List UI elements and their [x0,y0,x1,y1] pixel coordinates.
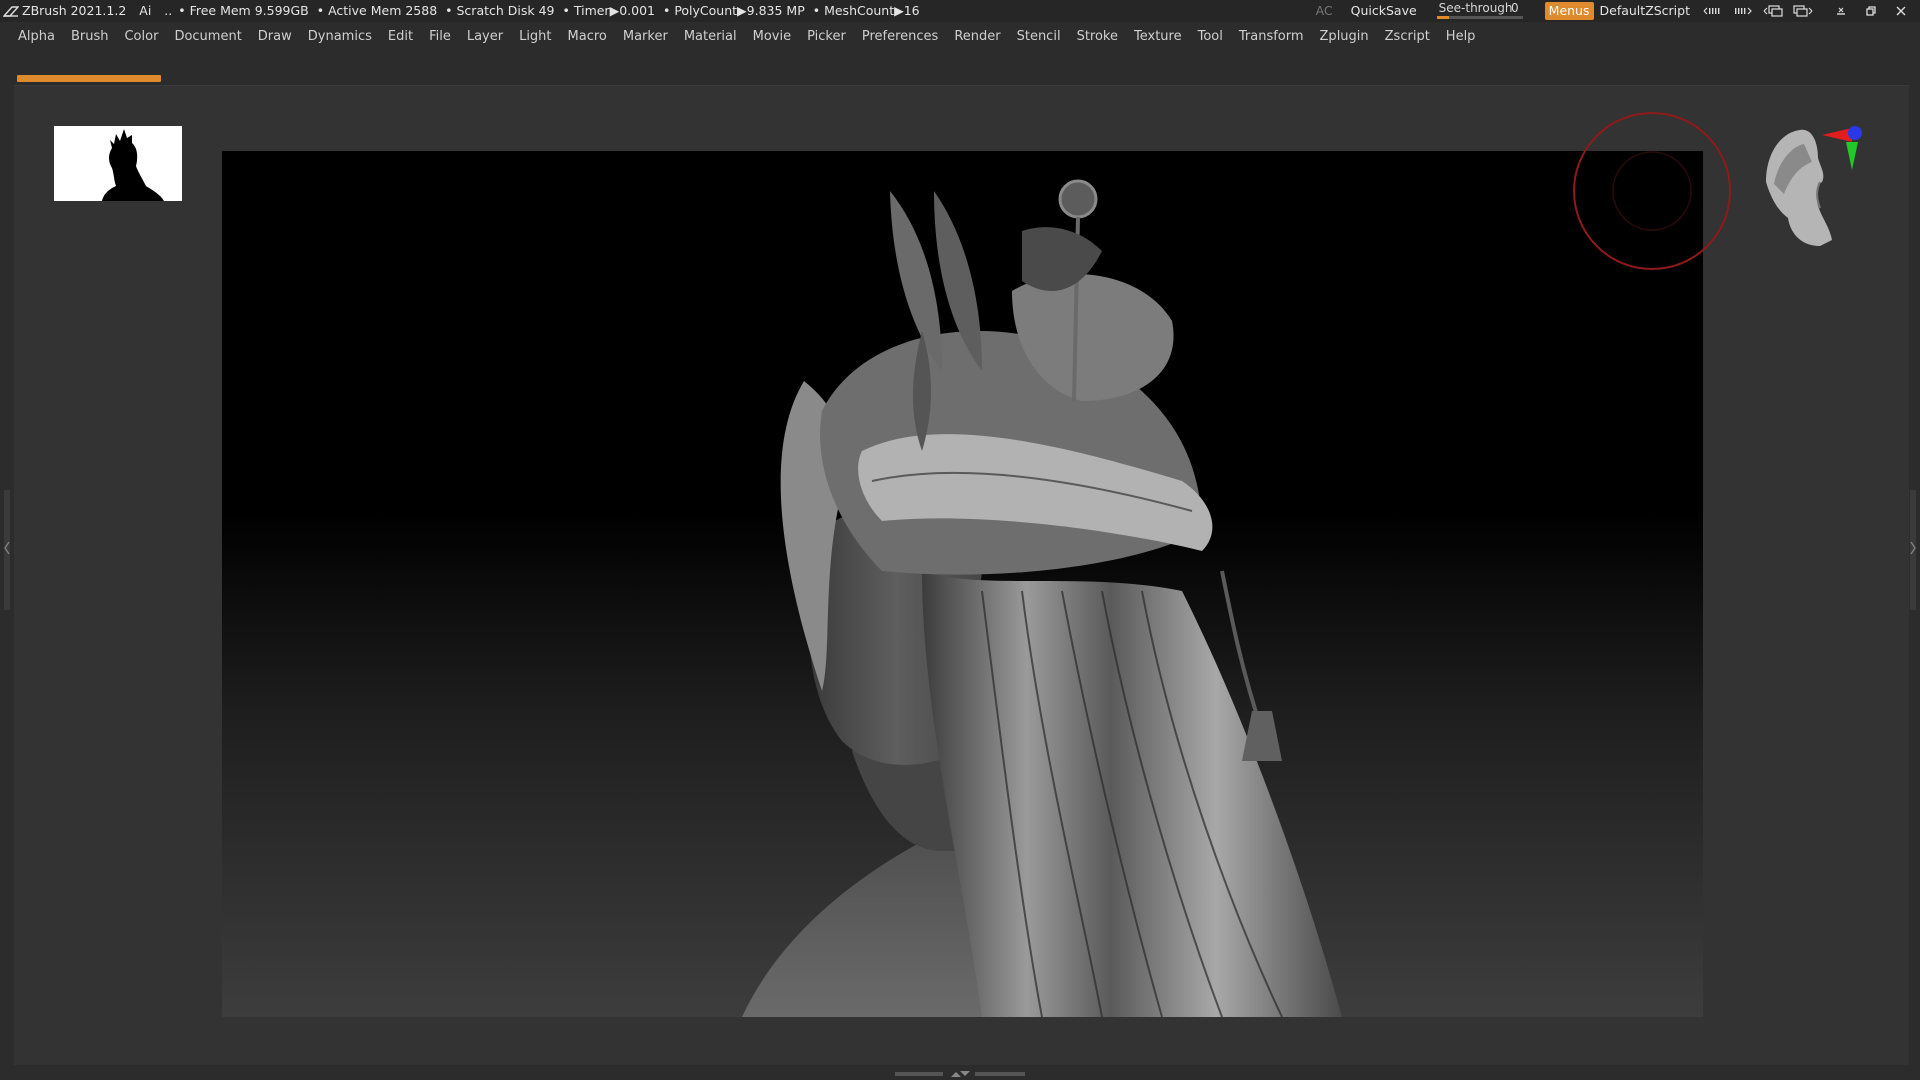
status-readout: ZBrush 2021.1.2 Ai .. • Free Mem 9.599GB… [22,0,929,22]
mesh-count: • MeshCount▶16 [812,3,920,18]
poly-count: • PolyCount▶9.835 MP [662,3,805,18]
bottom-handle-bar-left [895,1072,943,1076]
menu-light[interactable]: Light [519,29,551,44]
menu-dynamics[interactable]: Dynamics [308,29,372,44]
see-through-fill [1436,16,1449,19]
title-bar-controls: AC QuickSave See-through 0 Menus Default… [1316,0,1920,22]
menu-color[interactable]: Color [124,29,158,44]
timer: • Timer▶0.001 [562,3,655,18]
menu-texture[interactable]: Texture [1134,29,1182,44]
z-axis-dot-icon [1848,126,1862,140]
3d-viewport-canvas[interactable] [222,151,1703,1017]
menu-macro[interactable]: Macro [568,29,607,44]
menu-alpha[interactable]: Alpha [18,29,55,44]
brush-cursor-icon [1573,112,1731,270]
maximize-icon[interactable] [1860,0,1882,22]
layout-narrow-icon[interactable] [1702,0,1724,22]
left-tray-handle[interactable] [4,490,10,610]
swap-layout-icon[interactable] [1762,0,1784,22]
active-tab-indicator[interactable] [17,75,161,82]
menu-transform[interactable]: Transform [1239,29,1304,44]
title-bar: ZBrush 2021.1.2 Ai .. • Free Mem 9.599GB… [0,0,1920,22]
see-through-track[interactable] [1436,16,1523,19]
active-mem: • Active Mem 2588 [316,3,438,18]
default-zscript-button[interactable]: DefaultZScript [1600,0,1691,22]
menu-zplugin[interactable]: Zplugin [1320,29,1369,44]
head-navigator-icon[interactable] [1760,122,1870,252]
menu-stencil[interactable]: Stencil [1017,29,1061,44]
bottom-handle-bar-right [975,1072,1025,1076]
x-axis-arrow-icon [1822,128,1852,142]
restore-layout-icon[interactable] [1792,0,1814,22]
bottom-tray-handle[interactable] [895,1071,1025,1077]
menu-help[interactable]: Help [1446,29,1476,44]
menu-document[interactable]: Document [174,29,241,44]
main-menu-bar: Alpha Brush Color Document Draw Dynamics… [0,22,1920,50]
menu-tool[interactable]: Tool [1198,29,1223,44]
menu-render[interactable]: Render [954,29,1000,44]
menus-button[interactable]: Menus [1544,2,1594,20]
menu-movie[interactable]: Movie [753,29,791,44]
app-title: ZBrush 2021.1.2 [22,3,127,18]
scratch-disk: • Scratch Disk 49 [445,3,555,18]
quicksave-button[interactable]: QuickSave [1351,0,1417,22]
menu-brush[interactable]: Brush [71,29,109,44]
menu-material[interactable]: Material [684,29,737,44]
document-tab-strip [0,50,1920,86]
minimize-icon[interactable] [1830,0,1852,22]
y-axis-arrow-icon [1846,142,1858,170]
silhouette-preview [54,126,182,201]
dots-label: .. [164,3,173,18]
menu-stroke[interactable]: Stroke [1077,29,1118,44]
menu-zscript[interactable]: Zscript [1385,29,1430,44]
navigator-thumbnail[interactable] [54,126,182,201]
see-through-slider[interactable]: See-through 0 [1435,0,1525,22]
menu-layer[interactable]: Layer [467,29,503,44]
bottom-handle-arrows-icon [951,1071,970,1077]
menu-picker[interactable]: Picker [807,29,846,44]
sculpt-model-render [742,179,1342,1017]
menu-preferences[interactable]: Preferences [862,29,938,44]
menu-edit[interactable]: Edit [388,29,413,44]
layout-wide-icon[interactable] [1732,0,1754,22]
zbrush-logo-icon [3,6,19,17]
right-tray-handle[interactable] [1910,490,1916,610]
menu-file[interactable]: File [429,29,451,44]
ac-toggle[interactable]: AC [1316,0,1333,22]
close-icon[interactable] [1890,0,1912,22]
menu-marker[interactable]: Marker [623,29,668,44]
free-mem: • Free Mem 9.599GB [178,3,309,18]
ai-label[interactable]: Ai [139,3,151,18]
menu-draw[interactable]: Draw [258,29,292,44]
